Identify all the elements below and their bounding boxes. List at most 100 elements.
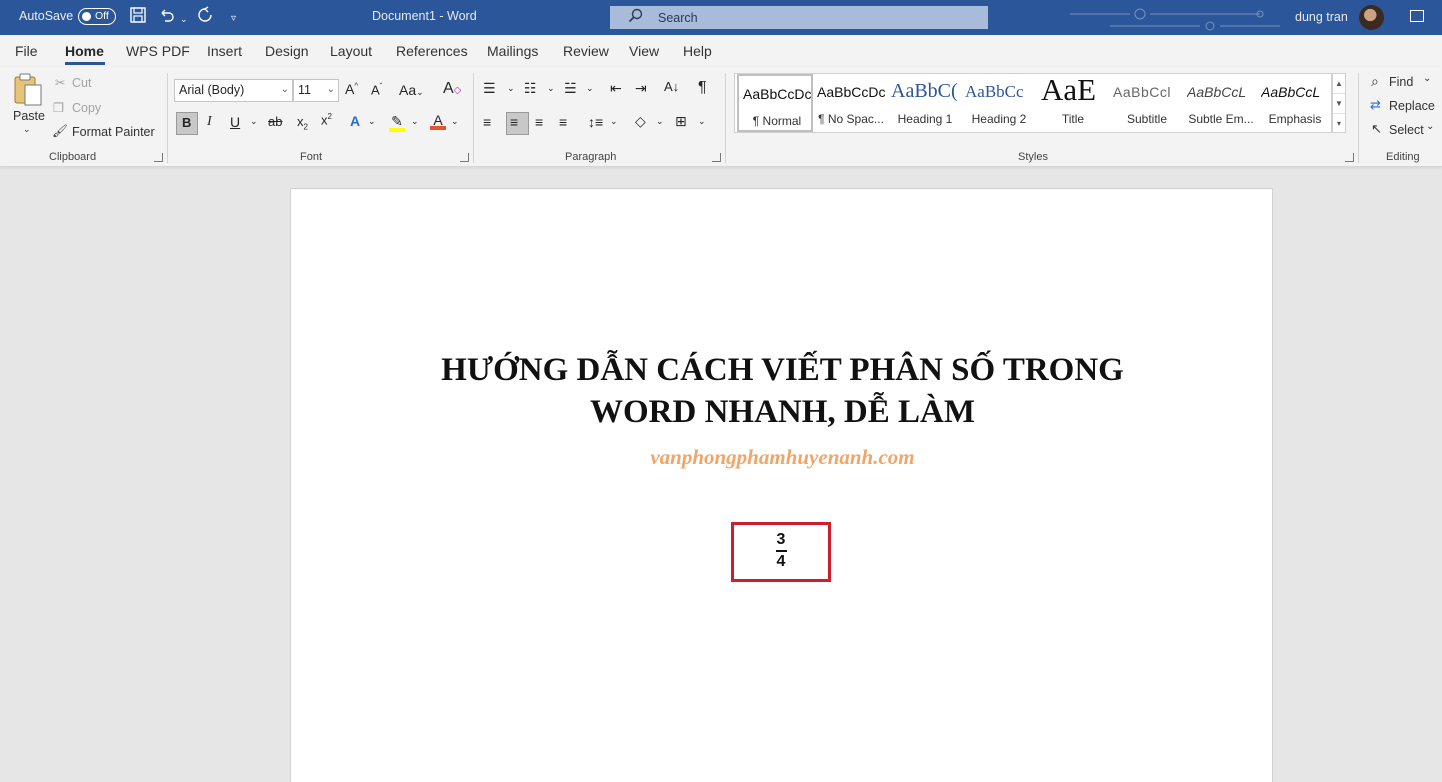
gallery-more-icon[interactable]: ▾ [1333, 114, 1345, 134]
numbering-icon[interactable]: ☷ [524, 80, 537, 97]
superscript-icon[interactable]: x2 [321, 112, 332, 127]
tab-mailings[interactable]: Mailings [487, 43, 538, 59]
ribbon-tabs: File Home WPS PDF Insert Design Layout R… [0, 35, 1442, 67]
copy-button[interactable]: Copy [72, 101, 101, 115]
borders-dropdown-icon[interactable]: ⌄ [698, 116, 706, 127]
clear-formatting-icon[interactable]: A◇ [443, 80, 461, 98]
undo-dropdown-icon[interactable]: ⌄ [180, 8, 188, 30]
ribbon-display-options-icon[interactable] [1410, 10, 1424, 22]
line-spacing-icon[interactable]: ↕≡ [588, 114, 603, 130]
font-size-select[interactable]: 11 ⌄ [293, 79, 339, 102]
multilevel-list-icon[interactable]: ☱ [564, 80, 577, 97]
select-dropdown-icon[interactable]: ⌄ [1426, 121, 1434, 132]
paste-button[interactable]: Paste [13, 109, 45, 123]
find-dropdown-icon[interactable]: ⌄ [1423, 73, 1431, 84]
clipboard-launcher-icon[interactable] [154, 153, 163, 162]
italic-icon[interactable]: I [207, 114, 212, 130]
group-separator [473, 73, 474, 163]
align-right-icon[interactable]: ≡ [535, 114, 543, 130]
multilevel-dropdown-icon[interactable]: ⌄ [586, 83, 594, 94]
text-effects-dropdown-icon[interactable]: ⌄ [368, 116, 376, 127]
style-normal[interactable]: AaBbCcDc ¶ Normal [737, 74, 813, 132]
select-icon: ↖ [1371, 121, 1382, 136]
user-name[interactable]: dung tran [1295, 10, 1348, 24]
tab-home[interactable]: Home [65, 43, 104, 59]
highlight-dropdown-icon[interactable]: ⌄ [411, 116, 419, 127]
line-spacing-dropdown-icon[interactable]: ⌄ [610, 116, 618, 127]
title-line-2: WORD NHANH, DỄ LÀM [590, 394, 975, 430]
style-preview: AaBbCcL [1187, 84, 1247, 100]
tab-review[interactable]: Review [563, 43, 609, 59]
font-launcher-icon[interactable] [460, 153, 469, 162]
search-icon [628, 8, 644, 27]
shading-dropdown-icon[interactable]: ⌄ [656, 116, 664, 127]
strikethrough-icon[interactable]: ab [268, 114, 282, 129]
save-icon[interactable] [129, 6, 147, 31]
search-box[interactable]: Search [610, 6, 988, 29]
numbering-dropdown-icon[interactable]: ⌄ [547, 83, 555, 94]
tab-view[interactable]: View [629, 43, 659, 59]
replace-button[interactable]: Replace [1389, 99, 1435, 113]
style-emphasis[interactable]: AaBbCcL Emphasis [1257, 74, 1333, 132]
text-effects-icon[interactable]: A [350, 113, 360, 129]
copy-icon: ❐ [53, 101, 65, 115]
style-preview: AaBbCcL [1261, 84, 1321, 100]
autosave-label: AutoSave [19, 9, 74, 23]
justify-icon[interactable]: ≡ [559, 114, 567, 130]
bold-icon: B [182, 115, 192, 130]
paragraph-launcher-icon[interactable] [712, 153, 721, 162]
font-family-select[interactable]: Arial (Body) ⌄ [174, 79, 293, 102]
shading-icon[interactable]: ◇ [635, 113, 646, 130]
tab-design[interactable]: Design [265, 43, 309, 59]
style-heading-1[interactable]: AaBbC( Heading 1 [887, 74, 963, 132]
paste-icon[interactable] [12, 73, 44, 112]
select-button[interactable]: Select [1389, 123, 1424, 137]
tab-insert[interactable]: Insert [207, 43, 242, 59]
font-color-dropdown-icon[interactable]: ⌄ [451, 116, 459, 127]
document-title-text: HƯỚNG DẪN CÁCH VIẾT PHÂN SỐ TRONG WORD N… [291, 349, 1274, 433]
tab-references[interactable]: References [396, 43, 468, 59]
style-subtitle[interactable]: AaBbCcl Subtitle [1109, 74, 1185, 132]
fraction-equation[interactable]: 3 4 [734, 530, 828, 572]
grow-font-icon[interactable]: A^ [345, 81, 358, 97]
show-formatting-marks-icon[interactable]: ¶ [698, 79, 707, 97]
fraction-highlight-box: 3 4 [731, 522, 831, 582]
tab-help[interactable]: Help [683, 43, 712, 59]
shrink-font-icon[interactable]: Aˇ [371, 82, 382, 97]
style-subtle-emphasis[interactable]: AaBbCcL Subtle Em... [1183, 74, 1259, 132]
redo-icon[interactable] [196, 6, 214, 31]
undo-icon[interactable] [158, 6, 176, 31]
tab-wps-pdf[interactable]: WPS PDF [126, 43, 190, 59]
find-button[interactable]: Find [1389, 75, 1413, 89]
gallery-up-icon[interactable]: ▲ [1333, 74, 1345, 94]
avatar[interactable] [1359, 5, 1384, 30]
group-separator [725, 73, 726, 163]
subscript-icon[interactable]: x2 [297, 114, 308, 132]
underline-dropdown-icon[interactable]: ⌄ [250, 116, 258, 127]
styles-launcher-icon[interactable] [1345, 153, 1354, 162]
gallery-down-icon[interactable]: ▼ [1333, 94, 1345, 114]
increase-indent-icon[interactable]: ⇥ [635, 80, 647, 97]
format-painter-button[interactable]: Format Painter [72, 125, 155, 139]
sort-icon[interactable]: A↓ [664, 79, 679, 94]
bullets-dropdown-icon[interactable]: ⌄ [507, 83, 515, 94]
chevron-down-icon: ⌄ [326, 84, 335, 95]
style-no-spacing[interactable]: AaBbCcDc ¶ No Spac... [813, 74, 889, 132]
paste-dropdown-icon[interactable]: ⌄ [23, 124, 31, 135]
tab-file[interactable]: File [15, 43, 38, 59]
document-page[interactable]: HƯỚNG DẪN CÁCH VIẾT PHÂN SỐ TRONG WORD N… [290, 188, 1273, 782]
customize-qat-icon[interactable]: ▿ [231, 8, 236, 30]
underline-icon[interactable]: U [230, 114, 240, 130]
style-title[interactable]: AaE Title [1035, 72, 1111, 132]
style-heading-2[interactable]: AaBbCc Heading 2 [961, 74, 1037, 132]
bullets-icon[interactable]: ☰ [483, 80, 496, 97]
borders-icon[interactable]: ⊞ [675, 113, 687, 130]
align-left-icon[interactable]: ≡ [483, 114, 491, 130]
autosave-toggle[interactable]: Off [78, 8, 116, 25]
change-case-button[interactable]: Aa⌄ [399, 82, 424, 98]
highlight-icon[interactable]: ✎ [389, 113, 405, 132]
cut-button[interactable]: Cut [72, 76, 91, 90]
decrease-indent-icon[interactable]: ⇤ [610, 80, 622, 97]
tab-layout[interactable]: Layout [330, 43, 372, 59]
font-color-icon[interactable]: A [430, 112, 446, 130]
